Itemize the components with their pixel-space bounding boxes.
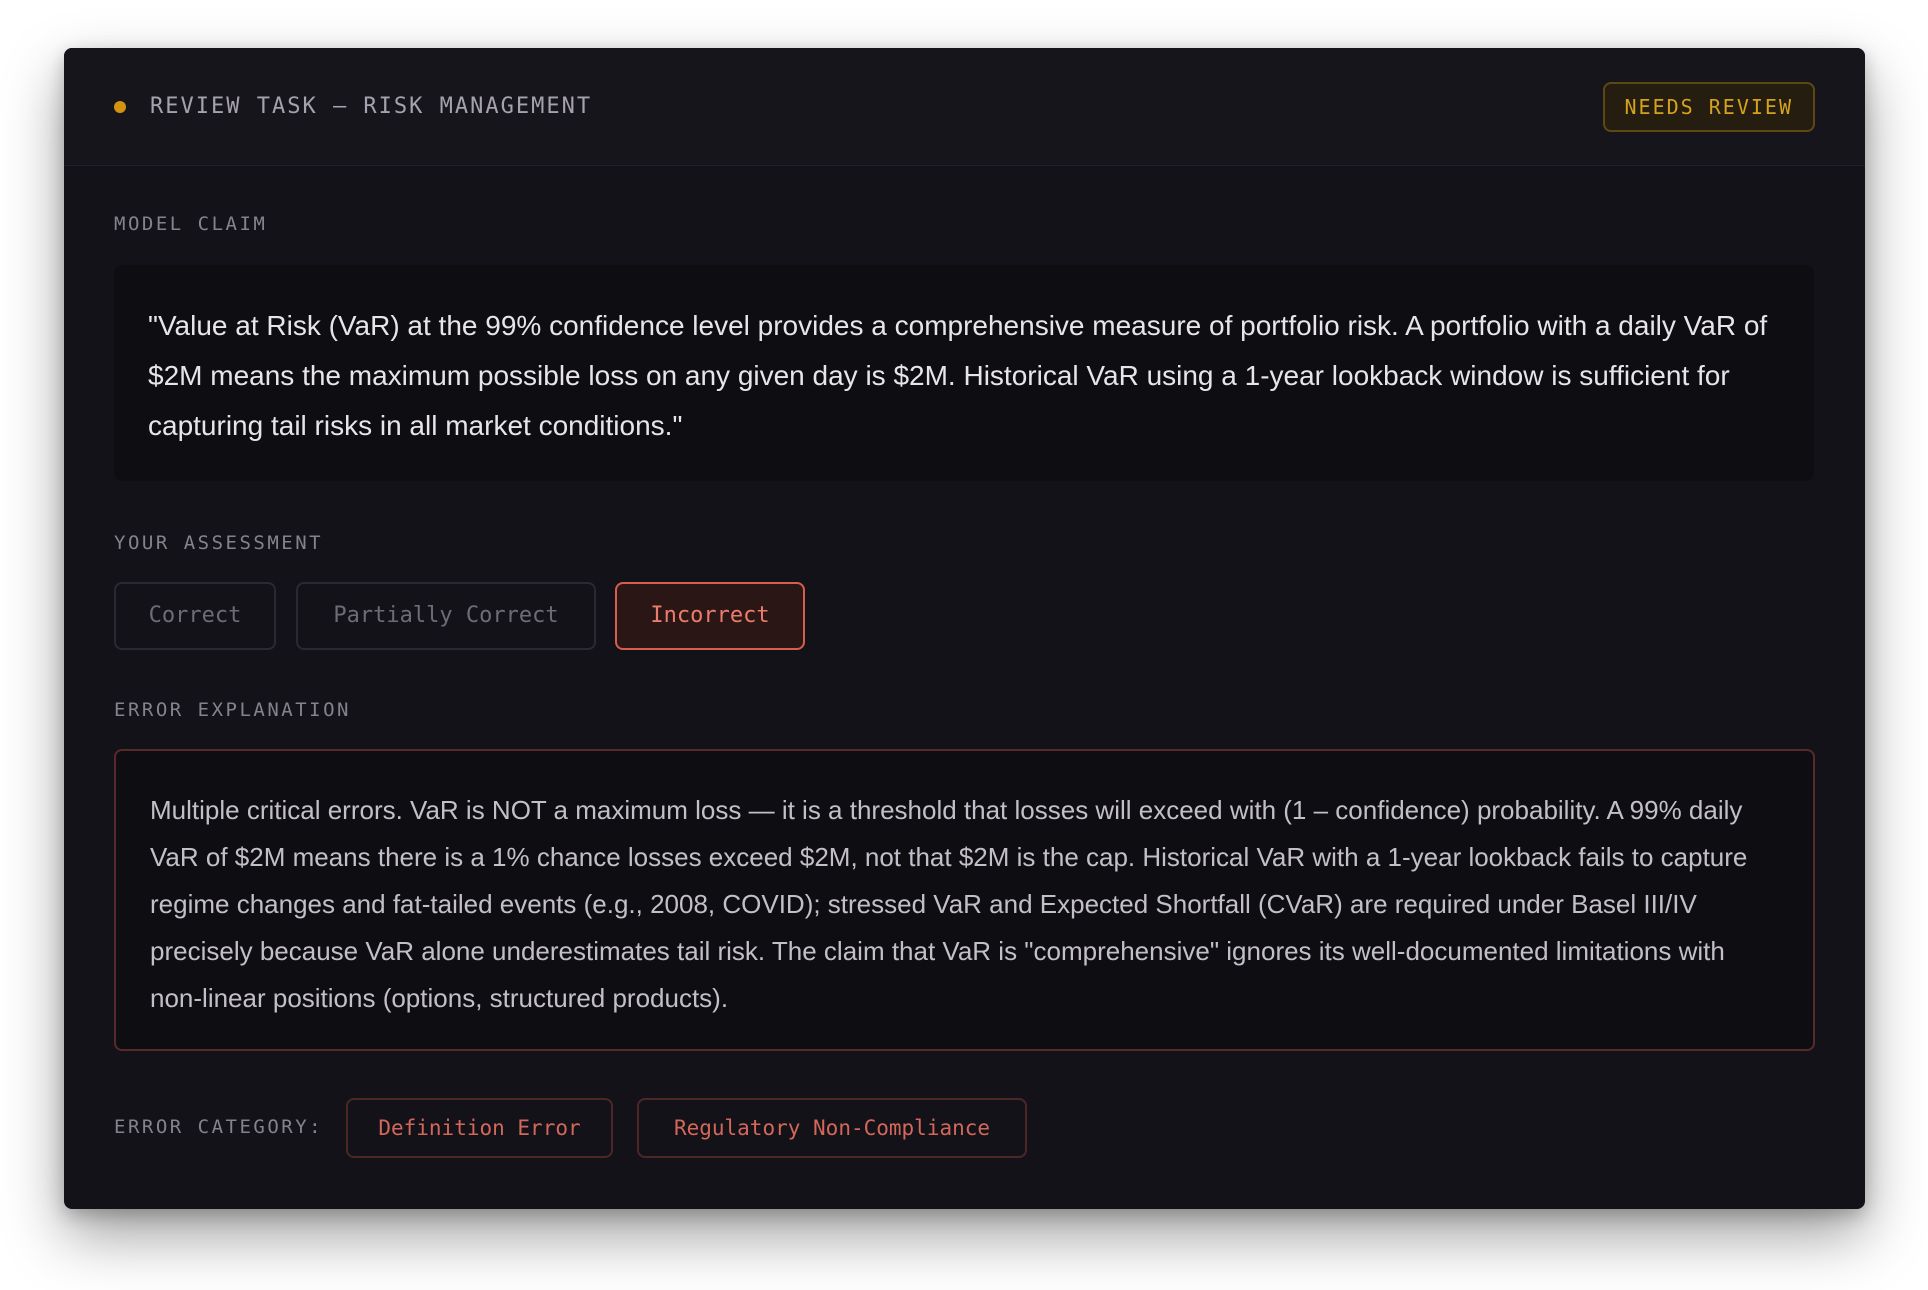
error-explanation-field[interactable]: Multiple critical errors. VaR is NOT a m…: [114, 749, 1815, 1051]
error-category-label: ERROR CATEGORY:: [114, 1116, 324, 1138]
error-explanation-label: ERROR EXPLANATION: [114, 699, 351, 721]
assessment-label: YOUR ASSESSMENT: [114, 532, 324, 554]
assessment-partially-correct-button[interactable]: Partially Correct: [296, 582, 596, 650]
error-explanation-text: Multiple critical errors. VaR is NOT a m…: [150, 795, 1748, 1013]
status-badge: NEEDS REVIEW: [1602, 82, 1815, 132]
page-title: REVIEW TASK — RISK MANAGEMENT: [150, 94, 593, 119]
review-header: REVIEW TASK — RISK MANAGEMENT NEEDS REVI…: [64, 48, 1865, 166]
assessment-incorrect-button[interactable]: Incorrect: [615, 582, 805, 650]
review-card: REVIEW TASK — RISK MANAGEMENT NEEDS REVI…: [64, 48, 1865, 1209]
error-category-tag-definition[interactable]: Definition Error: [346, 1098, 613, 1158]
status-dot: [114, 101, 126, 113]
model-claim-box: "Value at Risk (VaR) at the 99% confiden…: [114, 265, 1814, 481]
model-claim-label: MODEL CLAIM: [114, 213, 268, 235]
assessment-correct-button[interactable]: Correct: [114, 582, 276, 650]
model-claim-text: "Value at Risk (VaR) at the 99% confiden…: [148, 310, 1768, 441]
error-category-tag-regulatory[interactable]: Regulatory Non-Compliance: [637, 1098, 1027, 1158]
